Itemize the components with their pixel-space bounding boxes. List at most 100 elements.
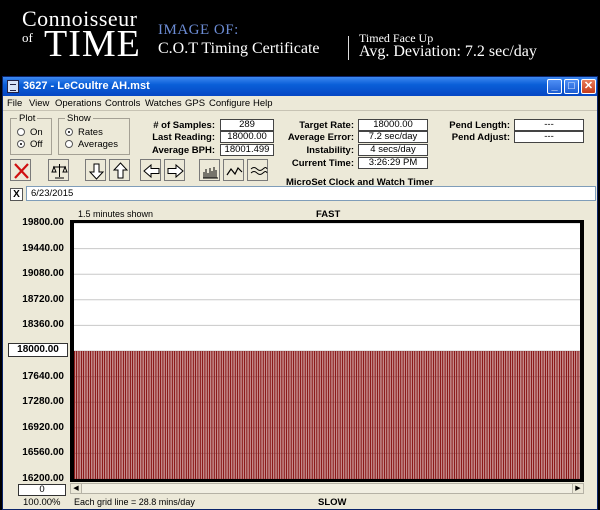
date-field[interactable]: 6/23/2015 [26,186,596,201]
bars-button[interactable] [199,159,220,181]
rate-bar [539,351,541,479]
rate-bar [219,351,221,479]
banner-divider [348,36,349,60]
rate-bar [562,351,564,479]
left-button[interactable] [140,159,161,181]
rate-bar [488,351,491,479]
rate-bar [502,351,505,479]
menu-gps[interactable]: GPS [185,98,205,109]
plot-off-radio[interactable]: Off [17,139,43,150]
menu-controls[interactable]: Controls [105,98,140,109]
rate-bar [427,351,429,479]
rate-bar [439,351,442,479]
rate-bar [530,351,533,479]
rate-bar [438,351,440,479]
rate-bar [578,351,580,479]
rate-bar [280,351,282,479]
rate-bar [268,351,270,479]
rate-bar [194,351,197,479]
balance-button[interactable] [48,159,69,181]
rate-bar [165,351,167,479]
show-averages-radio[interactable]: Averages [65,139,118,150]
delete-button[interactable] [10,159,31,181]
rate-bar [137,351,139,479]
menu-file[interactable]: File [7,98,22,109]
rate-bar [131,351,134,479]
rate-bar [497,351,499,479]
rate-bar [186,351,188,479]
menu-operations[interactable]: Operations [55,98,101,109]
title-bar[interactable]: 3627 - LeCoultre AH.mst _ □ ✕ [3,77,597,96]
rate-bar [354,351,356,479]
plot-on-radio[interactable]: On [17,127,43,138]
menu-configure[interactable]: Configure [209,98,250,109]
rate-bar [107,351,109,479]
rate-bar [168,351,170,479]
arrow-up-icon [112,162,129,179]
down-button[interactable] [85,159,106,181]
rate-bar [231,351,233,479]
scroll-left-icon[interactable]: ◀ [71,484,82,493]
rate-bar [224,351,226,479]
scroll-right-icon[interactable]: ▶ [572,484,583,493]
rate-bar [306,351,309,479]
rate-bar [576,351,578,479]
rate-bar [207,351,209,479]
show-rates-radio[interactable]: Rates [65,127,103,138]
rate-bar [200,351,202,479]
wave-button[interactable] [247,159,268,181]
rate-bar [464,351,466,479]
rate-bar [511,351,513,479]
plot-group: Plot On Off [10,113,52,155]
horizontal-scrollbar[interactable]: ◀ ▶ [70,483,584,494]
rate-bar [362,351,365,479]
menu-watches[interactable]: Watches [145,98,182,109]
close-date-button[interactable]: X [10,188,23,201]
slow-label: SLOW [318,497,347,508]
rate-bar [375,351,377,479]
rate-bar [215,351,218,479]
rate-bar [287,351,289,479]
menu-help[interactable]: Help [253,98,273,109]
rate-bar [166,351,169,479]
rate-bar [305,351,307,479]
rate-bar [341,351,344,479]
rate-bar [82,351,85,479]
y-tick-label: 16560.00 [22,447,64,459]
rate-bar [504,351,506,479]
rate-bar [455,351,457,479]
target-rate-label: Target Rate: [299,120,354,131]
rate-bar [515,351,517,479]
window-title: 3627 - LeCoultre AH.mst [23,80,150,92]
rate-bar [278,351,281,479]
offset-field[interactable]: 0 [18,484,66,496]
rate-bar [459,351,461,479]
rate-bar [499,351,501,479]
up-button[interactable] [109,159,130,181]
rate-bar [100,351,102,479]
rate-bar [196,351,198,479]
rate-bar [490,351,492,479]
rate-bar [91,351,93,479]
menu-view[interactable]: View [29,98,49,109]
line-button[interactable] [223,159,244,181]
rate-bar [119,351,121,479]
rate-bar [163,351,165,479]
maximize-button[interactable]: □ [564,79,579,94]
rate-bar [492,351,494,479]
y-tick-label: 16920.00 [22,421,64,433]
samples-value: 289 [220,119,274,131]
right-button[interactable] [164,159,185,181]
rate-bar [245,351,247,479]
rate-bar [336,351,338,479]
show-group-title: Show [65,113,93,124]
close-button[interactable]: ✕ [581,79,596,94]
rate-bar [571,351,573,479]
certificate-title: C.O.T Timing Certificate [158,40,320,57]
rate-bar [518,351,520,479]
rate-bar [436,351,438,479]
minimize-button[interactable]: _ [547,79,562,94]
rate-bar [394,351,396,479]
rate-bar [522,351,524,479]
rate-bar [348,351,351,479]
